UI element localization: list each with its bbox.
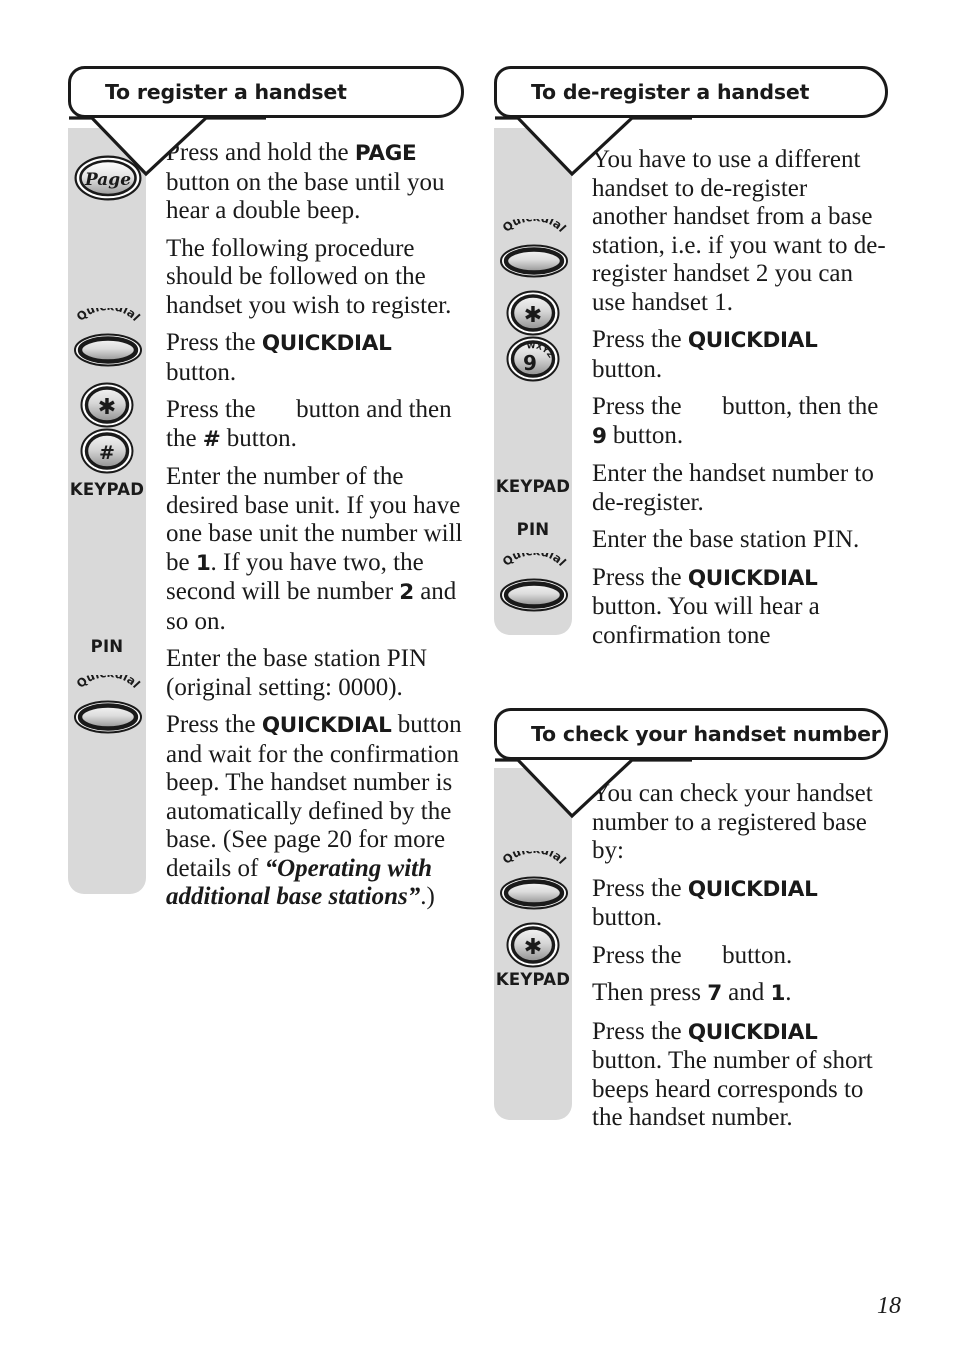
step-enter-handset-number: Enter the handset number to de-register. — [592, 460, 874, 516]
steps-check-number: You can check your handset number to a r… — [592, 780, 888, 1142]
step-procedure-note: The following procedure should be follow… — [166, 234, 452, 319]
step-press-7-1: Then press 7 and 1. — [592, 979, 792, 1006]
svg-text:Quickdial: Quickdial — [500, 219, 569, 235]
step-confirm-quickdial: Press the QUICKDIAL button. You will hea… — [592, 563, 820, 649]
quickdial-button-icon[interactable]: Quickdial — [70, 675, 146, 735]
gutter-label-pin: PIN — [90, 637, 124, 656]
section-title-register: To register a handset — [105, 80, 347, 104]
quickdial-button-icon[interactable]: Quickdial — [496, 851, 572, 911]
gutter-label-keypad: KEYPAD — [495, 477, 571, 496]
steps-deregister: You have to use a different handset to d… — [592, 146, 888, 659]
section-title-check-number: To check your handset number — [531, 722, 881, 746]
page-number: 18 — [877, 1293, 901, 1319]
step-press-star-nine: Press the button, then the 9 button. — [592, 393, 879, 449]
section-heading-deregister: To de-register a handset — [494, 66, 888, 118]
star-key-icon[interactable]: ✱ — [506, 922, 560, 968]
star-key-icon[interactable]: ✱ — [80, 382, 134, 428]
step-press-star-hash: Press the button and then the # button. — [166, 396, 452, 452]
gutter-label-keypad: KEYPAD — [495, 970, 571, 989]
star-key-icon[interactable]: ✱ — [506, 290, 560, 336]
svg-text:9: 9 — [523, 351, 537, 375]
step-enter-pin: Enter the base station PIN (original set… — [166, 645, 428, 701]
svg-text:✱: ✱ — [98, 395, 116, 420]
step-press-quickdial: Press the QUICKDIAL button. — [592, 874, 818, 932]
svg-text:Quickdial: Quickdial — [500, 851, 569, 867]
quickdial-button-icon[interactable]: Quickdial — [70, 308, 146, 368]
svg-text:Quickdial: Quickdial — [74, 308, 143, 324]
quickdial-button-icon[interactable]: Quickdial — [496, 219, 572, 279]
svg-text:#: # — [99, 442, 115, 464]
page-button-icon[interactable]: Page — [74, 155, 142, 201]
nine-key-icon[interactable]: 9 WXYZ — [506, 336, 560, 382]
steps-register: Press and hold the PAGE button on the ba… — [166, 139, 464, 921]
section-heading-check-number: To check your handset number — [494, 708, 888, 760]
step-enter-pin: Enter the base station PIN. — [592, 526, 860, 553]
step-final-quickdial: Press the QUICKDIAL button. The number o… — [592, 1017, 873, 1132]
step-press-quickdial: Press the QUICKDIAL button. — [166, 329, 392, 386]
step-use-different-handset: You have to use a different handset to d… — [592, 146, 886, 316]
step-confirm-quickdial: Press the QUICKDIAL button and wait for … — [166, 711, 462, 910]
hash-key-icon[interactable]: # — [80, 428, 134, 474]
svg-text:✱: ✱ — [524, 935, 542, 960]
svg-text:Page: Page — [84, 170, 131, 190]
gutter-panel-register — [68, 128, 146, 894]
gutter-label-keypad: KEYPAD — [69, 480, 145, 499]
step-page-hold: Press and hold the PAGE button on the ba… — [166, 139, 445, 224]
svg-text:Quickdial: Quickdial — [74, 675, 143, 691]
gutter-label-pin: PIN — [516, 520, 550, 539]
svg-text:Quickdial: Quickdial — [500, 553, 569, 569]
section-title-deregister: To de-register a handset — [531, 80, 810, 104]
step-enter-base-number: Enter the number of the desired base uni… — [166, 463, 463, 635]
quickdial-button-icon[interactable]: Quickdial — [496, 553, 572, 613]
step-intro: You can check your handset number to a r… — [592, 780, 873, 864]
svg-text:✱: ✱ — [524, 303, 542, 328]
step-press-star: Press the button. — [592, 941, 793, 969]
step-press-quickdial: Press the QUICKDIAL button. — [592, 326, 818, 383]
section-heading-register: To register a handset — [68, 66, 464, 118]
